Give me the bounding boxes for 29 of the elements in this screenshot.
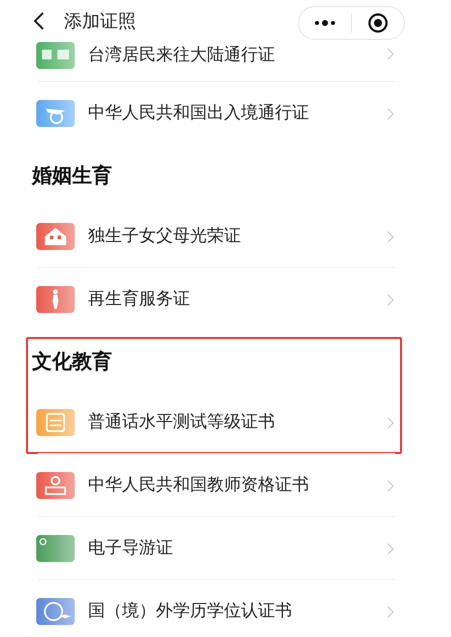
- item-label: 国（境）外学历学位认证书: [88, 600, 292, 623]
- chevron-icon: [387, 47, 394, 60]
- item-label: 独生子女父母光荣证: [88, 224, 241, 248]
- certificate-item[interactable]: 国（境）外学历学位认证书: [0, 580, 451, 637]
- section-heading: 文化教育: [31, 348, 113, 375]
- item-label: 台湾居民来往大陆通行证: [88, 44, 275, 67]
- more-icon[interactable]: [314, 20, 336, 26]
- certificate-item[interactable]: 中华人民共和国出入境通行证: [0, 82, 451, 145]
- back-icon[interactable]: [33, 11, 45, 31]
- chevron-icon: [387, 416, 394, 429]
- item-label: 中华人民共和国教师资格证书: [88, 474, 309, 497]
- item-label: 中华人民共和国出入境通行证: [88, 102, 309, 125]
- certificate-item[interactable]: 中华人民共和国教师资格证书: [0, 454, 451, 517]
- chevron-icon: [387, 230, 394, 243]
- close-target-icon[interactable]: [368, 13, 388, 33]
- certificate-item[interactable]: 再生育服务证: [0, 268, 451, 331]
- item-label: 普通话水平测试等级证书: [88, 410, 275, 434]
- page-title: 添加证照: [64, 10, 136, 34]
- chevron-icon: [387, 107, 394, 120]
- certificate-item[interactable]: 电子导游证: [0, 517, 451, 580]
- chevron-icon: [387, 479, 394, 492]
- chevron-icon: [387, 542, 394, 555]
- certificate-item[interactable]: 普通话水平测试等级证书: [0, 391, 451, 454]
- chevron-icon: [387, 293, 394, 306]
- item-label: 再生育服务证: [88, 288, 190, 311]
- chevron-icon: [387, 605, 394, 618]
- section-heading: 婚姻生育: [30, 162, 113, 189]
- certificate-item[interactable]: 独生子女父母光荣证: [0, 205, 451, 268]
- item-label: 电子导游证: [88, 536, 173, 560]
